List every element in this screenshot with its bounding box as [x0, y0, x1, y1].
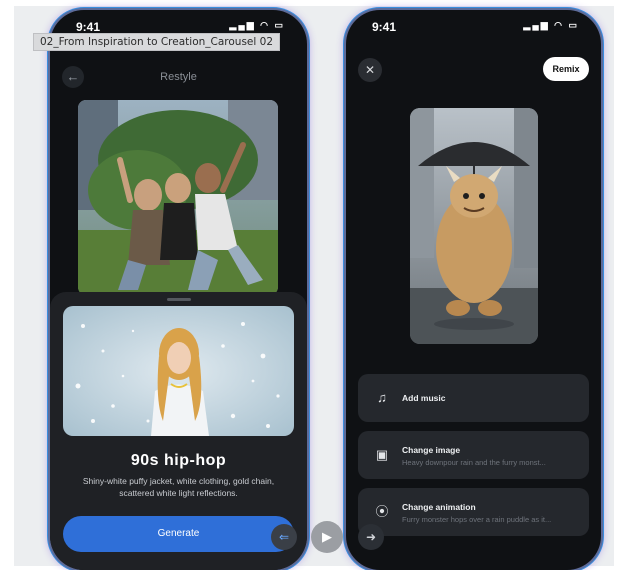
image-edit-icon: ▣	[375, 447, 389, 462]
generated-video-preview[interactable]	[410, 108, 538, 344]
add-music-row[interactable]: ♫ Add music	[358, 374, 589, 422]
style-title: 90s hip-hop	[130, 452, 227, 469]
carousel-back-button[interactable]: ⇐	[271, 524, 297, 550]
sheet-handle[interactable]	[166, 298, 191, 301]
status-time: 9:41	[372, 20, 397, 34]
change-animation-row[interactable]: ⦿ Change animation Furry monster hops ov…	[358, 488, 589, 536]
close-icon: ✕	[364, 63, 376, 77]
source-photo	[78, 100, 278, 295]
frame-caption: 02_From Inspiration to Creation_Carousel…	[33, 33, 280, 51]
status-time: 9:41	[76, 20, 101, 34]
close-button[interactable]: ✕	[358, 58, 382, 82]
add-music-title: Add music	[402, 393, 446, 403]
style-preview-photo	[63, 306, 294, 436]
change-image-title: Change image	[402, 445, 461, 455]
carousel-play-button[interactable]: ▶	[311, 521, 343, 553]
arrow-right-icon: ➜	[365, 530, 377, 544]
style-description: Shiny-white puffy jacket, white clothing…	[82, 476, 275, 498]
carousel-next-button[interactable]: ➜	[358, 524, 384, 550]
arrow-left-icon: ⇐	[278, 530, 290, 544]
style-bottom-sheet: 90s hip-hop Shiny-white puffy jacket, wh…	[50, 292, 307, 570]
status-bar: 9:41 ▂▄▆ ◠ ▭	[372, 20, 579, 36]
change-image-row[interactable]: ▣ Change image Heavy downpour rain and t…	[358, 431, 589, 479]
page-title: Restyle	[160, 71, 197, 83]
status-icons: ▂▄▆ ◠ ▭	[229, 20, 285, 30]
phone-restyle-screen: 9:41 ▂▄▆ ◠ ▭ ← Restyle 90s hip-hop Shiny…	[50, 10, 307, 570]
status-icons: ▂▄▆ ◠ ▭	[523, 20, 579, 30]
change-image-prompt: Heavy downpour rain and the furry monst.…	[402, 458, 546, 467]
generate-button[interactable]: Generate	[63, 516, 294, 552]
play-circle-icon: ⦿	[375, 504, 389, 519]
remix-button[interactable]: Remix	[543, 57, 589, 81]
change-animation-prompt: Furry monster hops over a rain puddle as…	[402, 515, 552, 524]
music-note-icon: ♫	[377, 390, 387, 405]
play-icon: ▶	[322, 529, 332, 544]
nav-bar: ← Restyle	[50, 62, 307, 90]
phone-remix-screen: 9:41 ▂▄▆ ◠ ▭ ✕ Remix ♫ Add music ▣ Chang…	[346, 10, 601, 570]
change-animation-title: Change animation	[402, 502, 476, 512]
